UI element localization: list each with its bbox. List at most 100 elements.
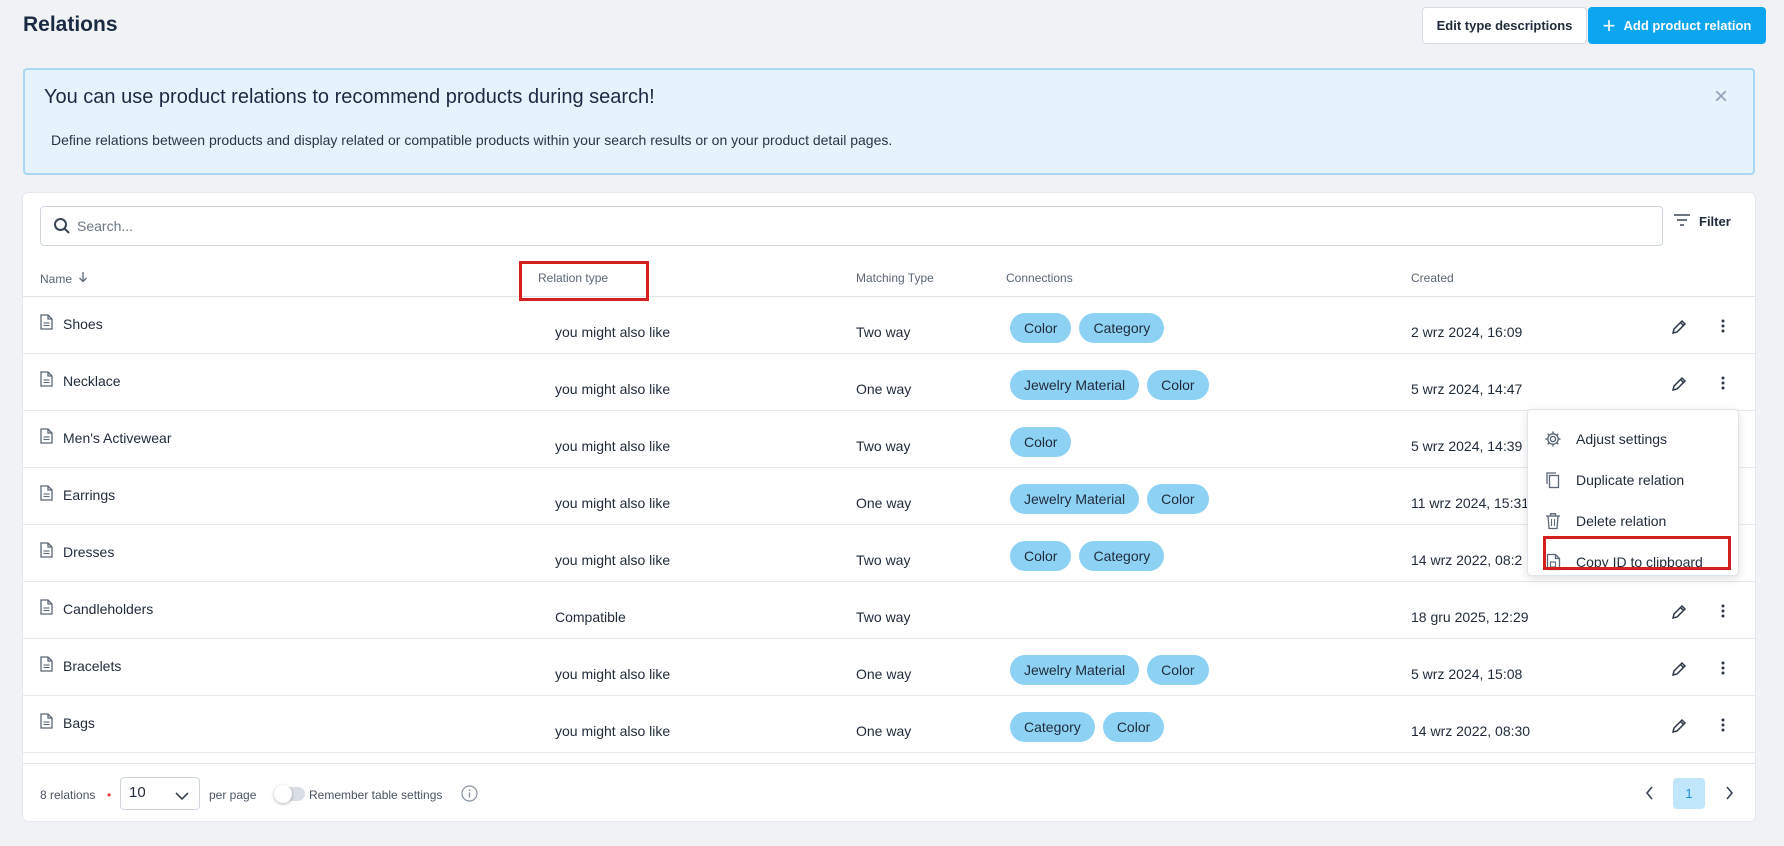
row-matching-type: One way bbox=[856, 723, 912, 739]
row-relation-type: you might also like bbox=[555, 438, 671, 454]
connection-chip: Color bbox=[1147, 370, 1209, 400]
per-page-label: per page bbox=[209, 788, 257, 802]
connection-chip: Color bbox=[1010, 313, 1072, 343]
filter-button[interactable]: Filter bbox=[1673, 213, 1731, 230]
edit-type-descriptions-button[interactable]: Edit type descriptions bbox=[1422, 7, 1587, 44]
banner-text: Define relations between products and di… bbox=[51, 132, 893, 148]
row-name[interactable]: Bags bbox=[40, 713, 95, 732]
banner-title: You can use product relations to recomme… bbox=[44, 86, 655, 108]
row-matching-type: Two way bbox=[856, 609, 911, 625]
pencil-icon[interactable] bbox=[1671, 718, 1687, 739]
row-name[interactable]: Shoes bbox=[40, 314, 103, 333]
add-product-relation-button[interactable]: + Add product relation bbox=[1588, 7, 1766, 44]
row-created: 5 wrz 2024, 14:47 bbox=[1411, 381, 1523, 397]
table-row[interactable]: Bags you might also like One way Category Co… bbox=[23, 696, 1755, 753]
row-relation-type: you might also like bbox=[555, 324, 671, 340]
plus-icon: + bbox=[1602, 12, 1616, 38]
more-vertical-icon[interactable] bbox=[1720, 660, 1726, 681]
row-name-label: Earrings bbox=[63, 486, 116, 503]
connection-chip: Category bbox=[1079, 313, 1165, 343]
pencil-icon[interactable] bbox=[1671, 376, 1687, 397]
highlight-box-relation-type bbox=[519, 261, 649, 301]
table-row[interactable]: Men's Activewear you might also like Two w… bbox=[23, 411, 1755, 468]
connection-chip: Jewelry Material bbox=[1010, 484, 1140, 514]
row-matching-type: Two way bbox=[856, 438, 911, 454]
table-row[interactable]: Bracelets you might also like One way Jewel… bbox=[23, 639, 1755, 696]
row-relation-type: you might also like bbox=[555, 381, 671, 397]
delete-relation-item[interactable]: Delete relation bbox=[1544, 507, 1724, 535]
row-created: 5 wrz 2024, 14:39 bbox=[1411, 438, 1523, 454]
search-input[interactable] bbox=[77, 215, 1637, 237]
row-created: 11 wrz 2024, 15:31 bbox=[1411, 495, 1530, 511]
row-matching-type: One way bbox=[856, 666, 912, 682]
document-icon bbox=[40, 713, 53, 732]
row-created: 2 wrz 2024, 16:09 bbox=[1411, 324, 1523, 340]
column-header-matching-type[interactable]: Matching Type bbox=[856, 271, 934, 285]
search-field[interactable] bbox=[40, 206, 1663, 246]
remember-settings-label: Remember table settings bbox=[309, 788, 443, 802]
more-vertical-icon[interactable] bbox=[1720, 318, 1726, 339]
row-connections: Jewelry Material Color bbox=[1010, 655, 1209, 685]
row-relation-type: you might also like bbox=[555, 666, 671, 682]
connection-chip: Color bbox=[1102, 712, 1165, 742]
row-name[interactable]: Candleholders bbox=[40, 599, 153, 618]
row-name[interactable]: Bracelets bbox=[40, 656, 121, 675]
column-header-created[interactable]: Created bbox=[1411, 271, 1454, 285]
menu-item-label: Adjust settings bbox=[1576, 431, 1668, 447]
previous-page-icon[interactable] bbox=[1645, 786, 1654, 805]
row-name[interactable]: Necklace bbox=[40, 371, 121, 390]
row-relation-type: you might also like bbox=[555, 552, 671, 568]
document-icon bbox=[40, 371, 53, 390]
connection-chip: Category bbox=[1079, 541, 1165, 571]
add-product-relation-label: Add product relation bbox=[1623, 18, 1752, 33]
table-row[interactable]: Earrings you might also like One way Jewelr… bbox=[23, 468, 1755, 525]
table-row[interactable]: Dresses you might also like Two way Color Ca… bbox=[23, 525, 1755, 582]
menu-item-label: Duplicate relation bbox=[1576, 472, 1685, 488]
info-icon[interactable] bbox=[461, 785, 478, 807]
toggle-knob bbox=[274, 785, 292, 803]
column-name-label: Name bbox=[40, 271, 73, 286]
pencil-icon[interactable] bbox=[1671, 319, 1687, 340]
more-vertical-icon[interactable] bbox=[1720, 375, 1726, 396]
row-connections: Jewelry Material Color bbox=[1010, 370, 1209, 400]
document-icon bbox=[40, 485, 53, 504]
per-page-select[interactable]: 10 bbox=[120, 777, 200, 810]
row-created: 18 gru 2025, 12:29 bbox=[1411, 609, 1529, 625]
table-row[interactable]: Necklace you might also like One way Jewelr… bbox=[23, 354, 1755, 411]
row-relation-type: you might also like bbox=[555, 495, 671, 511]
more-vertical-icon[interactable] bbox=[1720, 717, 1726, 738]
row-connections: Category Color bbox=[1010, 712, 1165, 742]
row-connections: Color Category bbox=[1010, 313, 1165, 343]
table-row[interactable]: Shoes you might also like Two way Color Cate… bbox=[23, 297, 1755, 354]
connection-chip: Color bbox=[1010, 427, 1072, 457]
row-name[interactable]: Men's Activewear bbox=[40, 428, 172, 447]
row-name-label: Necklace bbox=[63, 372, 121, 389]
page-1-button[interactable]: 1 bbox=[1673, 778, 1705, 809]
row-name[interactable]: Earrings bbox=[40, 485, 115, 504]
row-created: 14 wrz 2022, 08:30 bbox=[1411, 723, 1531, 739]
row-connections: Jewelry Material Color bbox=[1010, 484, 1209, 514]
gear-icon bbox=[1544, 430, 1562, 448]
column-header-name[interactable]: Name bbox=[40, 271, 88, 286]
adjust-settings-item[interactable]: Adjust settings bbox=[1544, 425, 1724, 453]
close-icon[interactable]: × bbox=[1714, 83, 1728, 111]
menu-item-label: Delete relation bbox=[1576, 513, 1667, 529]
pencil-icon[interactable] bbox=[1671, 661, 1687, 682]
row-matching-type: One way bbox=[856, 381, 912, 397]
more-vertical-icon[interactable] bbox=[1720, 603, 1726, 624]
filter-label: Filter bbox=[1699, 214, 1731, 229]
duplicate-relation-item[interactable]: Duplicate relation bbox=[1544, 466, 1724, 494]
relations-count: 8 relations bbox=[40, 788, 96, 802]
connection-chip: Color bbox=[1147, 484, 1209, 514]
row-name-label: Dresses bbox=[63, 543, 115, 560]
column-header-connections[interactable]: Connections bbox=[1006, 271, 1073, 285]
next-page-icon[interactable] bbox=[1725, 786, 1734, 805]
row-connections: Color Category bbox=[1010, 541, 1165, 571]
row-name-label: Bags bbox=[63, 714, 95, 731]
pencil-icon[interactable] bbox=[1671, 604, 1687, 625]
row-matching-type: Two way bbox=[856, 552, 911, 568]
table-header: Name Relation type Matching Type Connect… bbox=[23, 253, 1755, 297]
table-row[interactable]: Candleholders Compatible Two way 18 gru 202… bbox=[23, 582, 1755, 639]
remember-settings-toggle[interactable] bbox=[274, 785, 305, 803]
row-name[interactable]: Dresses bbox=[40, 542, 114, 561]
